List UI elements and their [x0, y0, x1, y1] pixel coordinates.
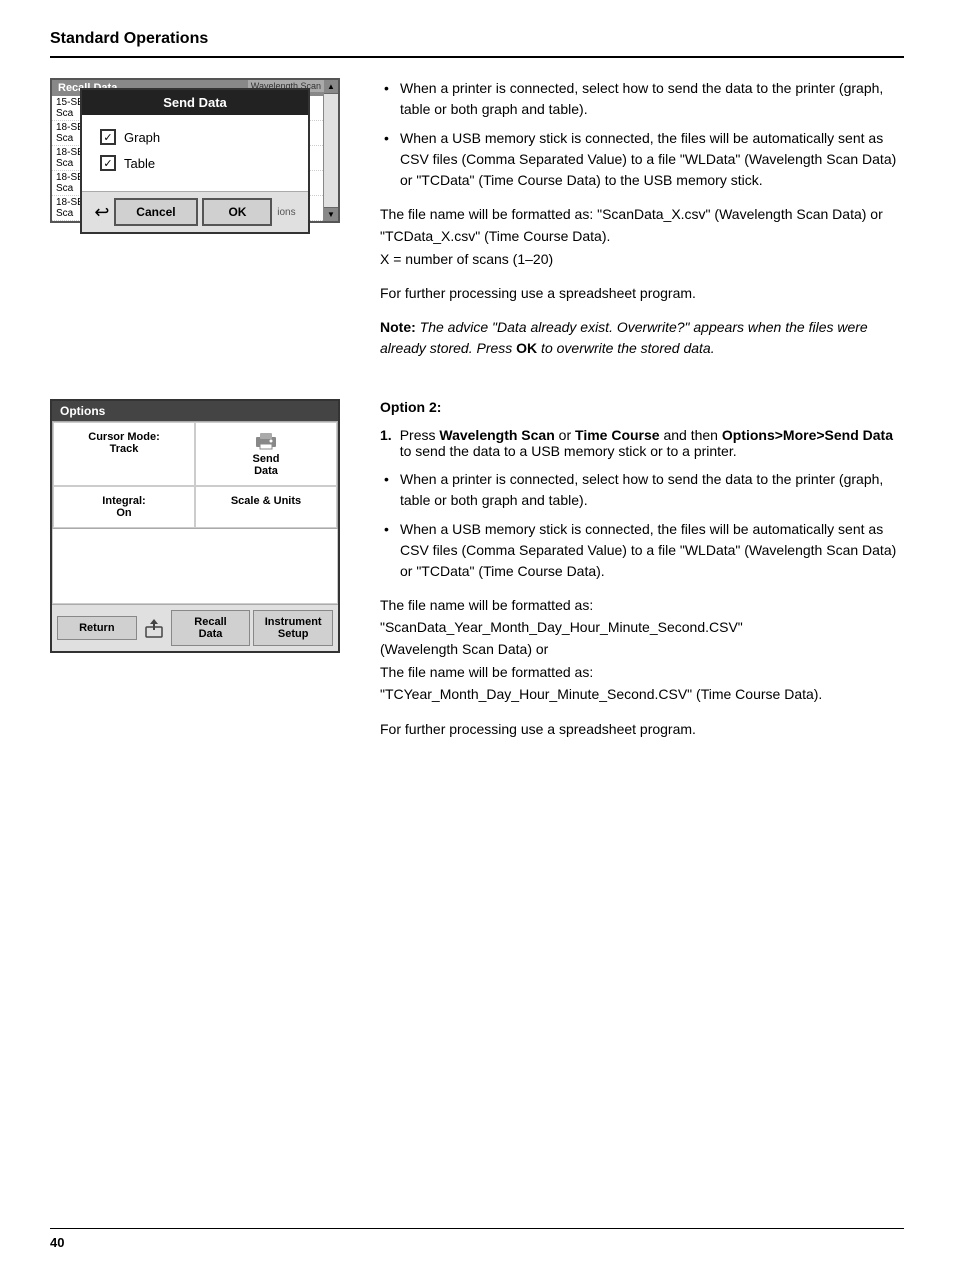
scrollbar: ▲ ▼ [324, 80, 338, 221]
right-panel-1: When a printer is connected, select how … [380, 78, 904, 369]
page-footer: 40 [50, 1228, 904, 1250]
send-data-buttons: ↩ Cancel OK ions [82, 191, 308, 232]
send-data-body: ✓ Graph ✓ Table [82, 115, 308, 191]
recall-send-dialog: Recall Data 15-SESca 18-SESca 18-SESca 1… [50, 78, 340, 273]
options-body: Cursor Mode:Track SendData [52, 421, 338, 604]
send-data-icon [254, 431, 278, 451]
table-checkbox-label: Table [124, 156, 155, 171]
note-text: Note: The advice "Data already exist. Ov… [380, 317, 904, 359]
options-footer: Return RecallData InstrumentSetup [52, 604, 338, 651]
instrument-setup-button[interactable]: InstrumentSetup [253, 610, 333, 646]
options-spacer [52, 529, 338, 604]
options-dialog: Options Cursor Mode:Track [50, 399, 340, 653]
bullet-list-1: When a printer is connected, select how … [380, 78, 904, 191]
cursor-mode-cell: Cursor Mode:Track [53, 422, 195, 486]
integral-label: Integral:On [102, 495, 145, 519]
recall-data-button[interactable]: RecallData [171, 610, 251, 646]
scale-units-cell[interactable]: Scale & Units [195, 486, 337, 528]
step-1-text: Press Wavelength Scan or Time Course and… [400, 427, 904, 459]
upload-icon-wrapper [140, 617, 168, 639]
scale-units-label: Scale & Units [231, 495, 301, 507]
upload-icon [143, 617, 165, 639]
content-row-1: Recall Data 15-SESca 18-SESca 18-SESca 1… [50, 78, 904, 369]
bullet-item-3: When a printer is connected, select how … [380, 469, 904, 511]
graph-checkbox-row: ✓ Graph [100, 129, 290, 145]
scroll-up-button[interactable]: ▲ [324, 80, 338, 94]
step-1-num: 1. [380, 427, 392, 459]
send-data-dialog: Send Data ✓ Graph ✓ Table ↩ Cancel [80, 88, 310, 234]
cancel-button[interactable]: Cancel [114, 198, 197, 226]
bullet-list-2: When a printer is connected, select how … [380, 469, 904, 582]
page-header: Standard Operations [50, 30, 904, 58]
scroll-down-button[interactable]: ▼ [324, 207, 338, 221]
graph-checkbox[interactable]: ✓ [100, 129, 116, 145]
graph-checkbox-label: Graph [124, 130, 160, 145]
right-panel-2: Option 2: 1. Press Wavelength Scan or Ti… [380, 399, 904, 752]
scroll-track [324, 94, 338, 207]
bullet-item-4: When a USB memory stick is connected, th… [380, 519, 904, 582]
para-1: The file name will be formatted as: "Sca… [380, 203, 904, 270]
table-checkbox-row: ✓ Table [100, 155, 290, 171]
para-2: For further processing use a spreadsheet… [380, 282, 904, 304]
send-data-label: SendData [253, 453, 280, 477]
para-4: For further processing use a spreadsheet… [380, 718, 904, 740]
options-label-small: ions [277, 207, 295, 218]
left-panel-1: Recall Data 15-SESca 18-SESca 18-SESca 1… [50, 78, 350, 369]
left-panel-2: Options Cursor Mode:Track [50, 399, 350, 752]
integral-cell: Integral:On [53, 486, 195, 528]
send-data-cell[interactable]: SendData [195, 422, 337, 486]
step-1: 1. Press Wavelength Scan or Time Course … [380, 427, 904, 459]
bullet-item-1: When a printer is connected, select how … [380, 78, 904, 120]
bullet-item-2: When a USB memory stick is connected, th… [380, 128, 904, 191]
cursor-mode-label: Cursor Mode:Track [88, 431, 160, 455]
ok-button[interactable]: OK [202, 198, 272, 226]
table-checkbox[interactable]: ✓ [100, 155, 116, 171]
page-number: 40 [50, 1235, 64, 1250]
return-button[interactable]: Return [57, 616, 137, 640]
option2-title: Option 2: [380, 399, 904, 415]
options-grid: Cursor Mode:Track SendData [52, 421, 338, 529]
content-row-2: Options Cursor Mode:Track [50, 399, 904, 752]
send-data-titlebar: Send Data [82, 90, 308, 115]
para-3: The file name will be formatted as: "Sca… [380, 594, 904, 706]
page-title: Standard Operations [50, 30, 208, 47]
options-titlebar: Options [52, 401, 338, 421]
back-arrow-button[interactable]: ↩ [94, 202, 109, 223]
